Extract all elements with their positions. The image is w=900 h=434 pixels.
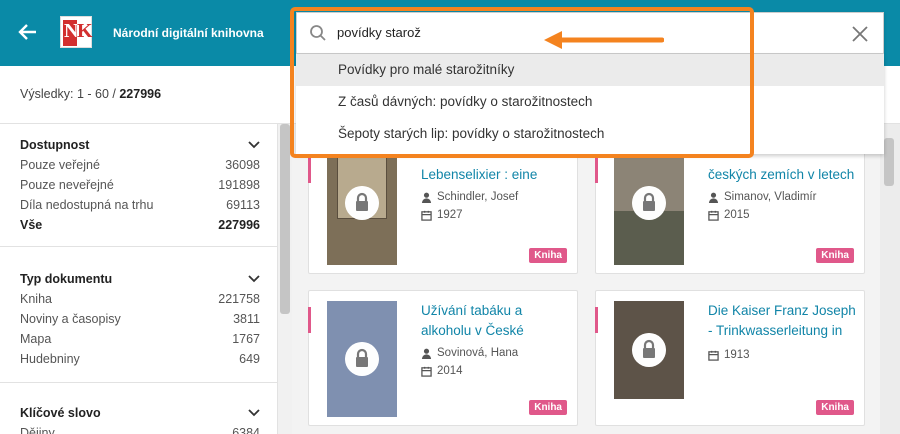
annotation-frame xyxy=(290,7,754,158)
facet-row[interactable]: Pouze neveřejné 191898 xyxy=(20,178,260,198)
brand-title: Národní digitální knihovna xyxy=(113,26,264,40)
facet-title: Klíčové slovo xyxy=(20,406,101,420)
divider xyxy=(0,382,277,383)
sidebar-scroll-thumb[interactable] xyxy=(280,124,290,314)
lock-icon xyxy=(345,186,379,220)
chevron-down-icon[interactable] xyxy=(248,138,260,150)
facet-title: Dostupnost xyxy=(20,138,90,152)
lock-icon xyxy=(632,186,666,220)
facet-row-selected[interactable]: Vše 227996 xyxy=(20,218,260,238)
book-cover xyxy=(614,301,684,399)
calendar-icon xyxy=(421,210,432,221)
facet-keyword: Klíčové slovo Dějiny 6384 xyxy=(20,406,260,434)
calendar-icon xyxy=(708,350,719,361)
facet-row[interactable]: Noviny a časopisy 3811 xyxy=(20,312,260,332)
results-scroll-thumb[interactable] xyxy=(884,138,894,186)
annotation-arrow-icon xyxy=(544,31,664,49)
facet-row[interactable]: Hudebniny 649 xyxy=(20,352,260,372)
facet-row[interactable]: Díla nedostupná na trhu 69113 xyxy=(20,198,260,218)
filter-sidebar: Dostupnost Pouze veřejné 36098 Pouze neve… xyxy=(0,124,278,434)
facet-row[interactable]: Dějiny 6384 xyxy=(20,426,260,434)
facet-document-type: Typ dokumentu Kniha 221758 Noviny a časop… xyxy=(20,272,260,372)
result-card[interactable]: Užívání tabáku a alkoholu v České Sovino… xyxy=(308,290,578,426)
person-icon xyxy=(708,192,719,203)
card-year: 1927 xyxy=(421,209,463,221)
book-cover xyxy=(327,301,397,417)
lock-icon xyxy=(632,333,666,367)
card-year: 1913 xyxy=(708,349,750,361)
chevron-down-icon[interactable] xyxy=(248,406,260,418)
person-icon xyxy=(421,348,432,359)
card-year: 2014 xyxy=(421,365,463,377)
card-author: Simanov, Vladimír xyxy=(708,191,816,203)
chevron-down-icon[interactable] xyxy=(248,272,260,284)
lock-icon xyxy=(345,342,379,376)
results-count: Výsledky: 1 - 60 / 227996 xyxy=(20,87,162,101)
type-badge: Kniha xyxy=(529,248,567,263)
calendar-icon xyxy=(421,366,432,377)
card-author: Sovinová, Hana xyxy=(421,347,518,359)
close-icon[interactable] xyxy=(851,25,869,43)
facet-row[interactable]: Kniha 221758 xyxy=(20,292,260,312)
card-year: 2015 xyxy=(708,209,750,221)
facet-title: Typ dokumentu xyxy=(20,272,113,286)
result-card[interactable]: Lebenselixier : eine Schindler, Josef 19… xyxy=(308,140,578,274)
card-title[interactable]: Die Kaiser Franz Joseph - Trinkwasserlei… xyxy=(708,301,856,341)
divider xyxy=(0,246,277,247)
back-arrow-icon[interactable] xyxy=(16,20,40,44)
logo-letter-k: K xyxy=(77,20,93,42)
card-title[interactable]: Lebenselixier : eine xyxy=(421,165,569,185)
type-badge: Kniha xyxy=(529,400,567,415)
facet-row[interactable]: Mapa 1767 xyxy=(20,332,260,352)
result-card[interactable]: českých zemích v letech Simanov, Vladimí… xyxy=(595,140,865,274)
card-author: Schindler, Josef xyxy=(421,191,518,203)
library-logo[interactable]: N K xyxy=(60,16,93,48)
card-title[interactable]: českých zemích v letech xyxy=(708,165,856,185)
card-title[interactable]: Užívání tabáku a alkoholu v České xyxy=(421,301,569,341)
person-icon xyxy=(421,192,432,203)
facet-availability: Dostupnost Pouze veřejné 36098 Pouze neve… xyxy=(20,138,260,238)
result-card[interactable]: Die Kaiser Franz Joseph - Trinkwasserlei… xyxy=(595,290,865,426)
facet-row[interactable]: Pouze veřejné 36098 xyxy=(20,158,260,178)
book-cover xyxy=(614,141,684,265)
calendar-icon xyxy=(708,210,719,221)
type-badge: Kniha xyxy=(816,248,854,263)
type-badge: Kniha xyxy=(816,400,854,415)
book-cover xyxy=(327,141,397,265)
